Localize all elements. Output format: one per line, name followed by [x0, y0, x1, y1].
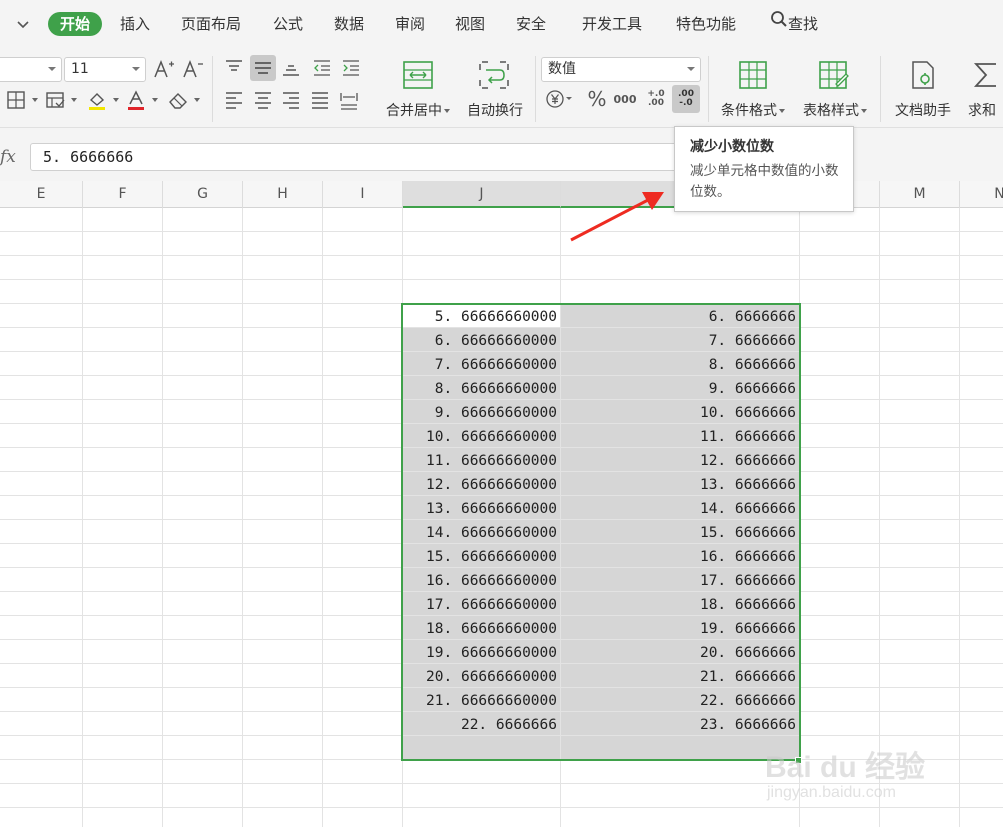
- tab-home[interactable]: 开始: [48, 12, 102, 36]
- align-bottom-icon[interactable]: [280, 57, 302, 79]
- decrease-font-size-icon[interactable]: [182, 58, 204, 80]
- selection-border: [401, 303, 801, 761]
- tab-data[interactable]: 数据: [334, 0, 364, 48]
- doc-assistant-label: 文档助手: [895, 103, 951, 119]
- grid-hline: [0, 255, 1003, 256]
- tooltip-title: 减少小数位数: [690, 139, 774, 155]
- conditional-format-button[interactable]: 条件格式: [716, 56, 790, 122]
- tab-developer[interactable]: 开发工具: [582, 0, 642, 48]
- column-header-h[interactable]: H: [243, 181, 323, 208]
- fill-color-icon[interactable]: [86, 89, 108, 111]
- fill-color-dropdown-icon[interactable]: [113, 98, 119, 102]
- menu-bar: 开始 插入 页面布局 公式 数据 审阅 视图 安全 开发工具 特色功能 查找: [0, 0, 1003, 48]
- increase-decimal-icon[interactable]: +.0 .00: [644, 88, 668, 110]
- tab-page-layout[interactable]: 页面布局: [181, 0, 241, 48]
- tab-review[interactable]: 审阅: [395, 0, 425, 48]
- align-right-icon[interactable]: [280, 89, 302, 111]
- table-style-icon: [818, 60, 850, 94]
- column-header-g[interactable]: G: [163, 181, 243, 208]
- align-top-icon[interactable]: [223, 57, 245, 79]
- conditional-format-dropdown-icon: [779, 109, 785, 113]
- merge-center-button[interactable]: 合并居中: [380, 56, 456, 122]
- fx-icon[interactable]: fx: [0, 147, 16, 167]
- column-header-n[interactable]: N: [960, 181, 1003, 208]
- cell-style-dropdown-icon[interactable]: [71, 98, 77, 102]
- red-arrow-annotation: [570, 192, 664, 242]
- column-header-j[interactable]: J: [403, 181, 561, 208]
- tab-special-features[interactable]: 特色功能: [676, 0, 736, 48]
- search-label: 查找: [788, 15, 819, 33]
- borders-dropdown-icon[interactable]: [32, 98, 38, 102]
- tooltip: 减少小数位数 减少单元格中数值的小数位数。: [674, 126, 854, 212]
- conditional-format-label: 条件格式: [721, 103, 777, 119]
- clear-dropdown-icon[interactable]: [194, 98, 200, 102]
- decrease-indent-icon[interactable]: [311, 57, 333, 79]
- number-format-select[interactable]: 数值: [541, 57, 701, 82]
- align-center-icon[interactable]: [252, 89, 274, 111]
- borders-icon[interactable]: [5, 89, 27, 111]
- conditional-format-icon: [738, 60, 768, 94]
- search-icon: [770, 0, 788, 47]
- grid-hline: [0, 279, 1003, 280]
- percent-style-icon[interactable]: %: [586, 87, 608, 111]
- table-style-label: 表格样式: [803, 103, 859, 119]
- font-color-dropdown-icon[interactable]: [152, 98, 158, 102]
- spreadsheet-app: 开始 插入 页面布局 公式 数据 审阅 视图 安全 开发工具 特色功能 查找 1…: [0, 0, 1003, 827]
- merge-center-label: 合并居中: [386, 103, 442, 119]
- sum-label: 求和: [968, 103, 996, 119]
- ribbon-toolbar: 11 合并居中 自动换行 数值 % 000 +.0 .00 .00 -.0 条件…: [0, 48, 1003, 128]
- table-style-button[interactable]: 表格样式: [798, 56, 872, 122]
- align-middle-icon[interactable]: [250, 55, 276, 81]
- watermark-brand: Bai du 经验: [765, 751, 926, 784]
- ribbon-separator: [535, 56, 536, 122]
- distributed-align-icon[interactable]: [338, 89, 360, 111]
- column-header-m[interactable]: M: [880, 181, 960, 208]
- currency-yuan-icon[interactable]: [545, 88, 573, 110]
- sum-button[interactable]: 求和: [964, 56, 1003, 122]
- increase-font-size-icon[interactable]: [153, 58, 175, 80]
- grid-hline: [0, 231, 1003, 232]
- table-style-dropdown-icon: [861, 109, 867, 113]
- thousands-separator-icon[interactable]: 000: [613, 88, 637, 110]
- tab-insert[interactable]: 插入: [120, 0, 150, 48]
- ribbon-separator: [880, 56, 881, 122]
- font-size-select[interactable]: 11: [64, 57, 146, 82]
- tooltip-description: 减少单元格中数值的小数位数。: [690, 163, 839, 200]
- column-header-e[interactable]: E: [0, 181, 83, 208]
- chevron-down-icon[interactable]: [16, 17, 30, 31]
- column-header-i[interactable]: I: [323, 181, 403, 208]
- formula-input[interactable]: 5. 6666666: [30, 143, 690, 171]
- tab-security[interactable]: 安全: [516, 0, 546, 48]
- increase-indent-icon[interactable]: [340, 57, 362, 79]
- wrap-text-icon: [478, 60, 510, 94]
- wrap-text-label: 自动换行: [467, 103, 523, 119]
- merge-center-icon: [402, 60, 434, 94]
- cell-grid[interactable]: 5. 66666660000 6. 66666660000 7. 666666600…: [0, 208, 1003, 827]
- watermark-url: jingyan.baidu.com: [767, 784, 896, 801]
- ribbon-separator: [212, 56, 213, 122]
- sum-sigma-icon: [972, 60, 1000, 94]
- clear-eraser-icon[interactable]: [167, 89, 189, 111]
- align-left-icon[interactable]: [223, 89, 245, 111]
- ribbon-separator: [708, 56, 709, 122]
- tab-view[interactable]: 视图: [455, 0, 485, 48]
- search-button[interactable]: 查找: [770, 0, 818, 48]
- merge-dropdown-icon: [444, 109, 450, 113]
- baidu-watermark: Bai du 经验 jingyan.baidu.com: [765, 742, 995, 822]
- doc-assistant-icon: [908, 60, 938, 94]
- cell-style-icon[interactable]: [44, 89, 66, 111]
- tab-formulas[interactable]: 公式: [273, 0, 303, 48]
- font-name-select[interactable]: [0, 57, 62, 82]
- doc-assistant-button[interactable]: 文档助手: [888, 56, 958, 122]
- column-header-f[interactable]: F: [83, 181, 163, 208]
- wrap-text-button[interactable]: 自动换行: [462, 56, 528, 122]
- justify-icon[interactable]: [309, 89, 331, 111]
- decrease-decimal-icon[interactable]: .00 -.0: [672, 85, 700, 113]
- font-color-icon[interactable]: [125, 89, 147, 111]
